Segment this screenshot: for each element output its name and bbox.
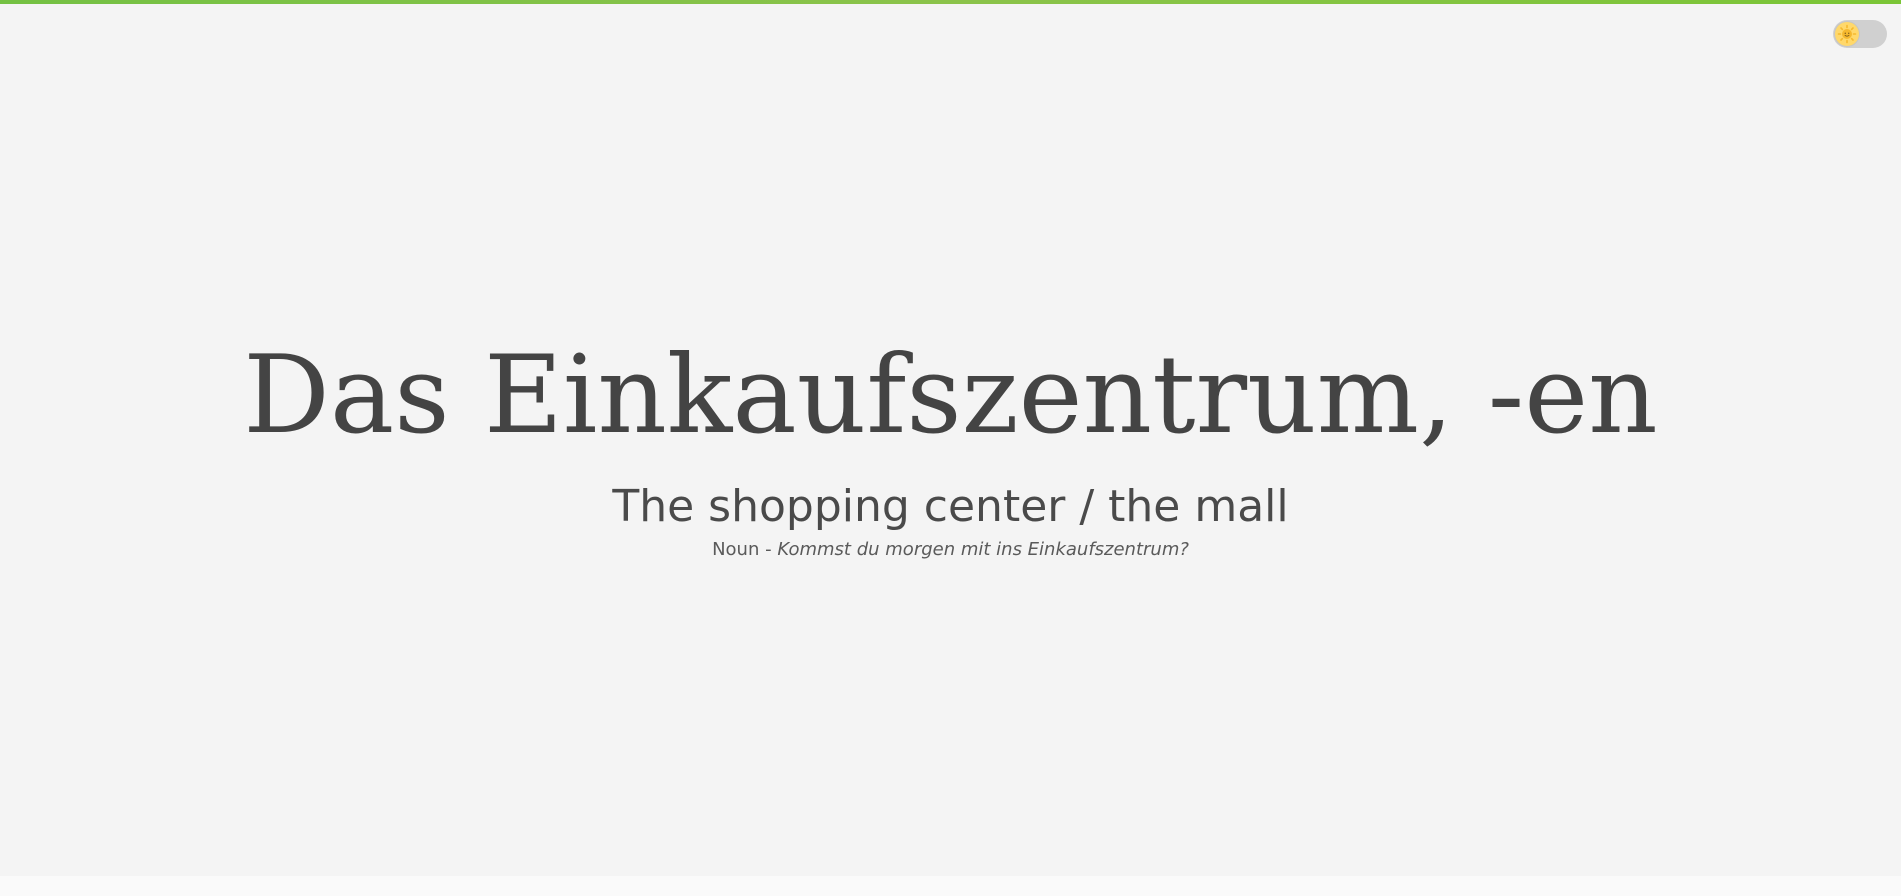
flashcard: Das Einkaufszentrum, -en The shopping ce… xyxy=(0,330,1901,562)
toggle-knob[interactable] xyxy=(1835,22,1859,46)
separator: - xyxy=(759,539,778,560)
vocabulary-word: Das Einkaufszentrum, -en xyxy=(243,333,1658,458)
part-of-speech: Noun xyxy=(712,539,760,560)
translation: The shopping center / the mall xyxy=(612,481,1289,532)
sun-icon xyxy=(1837,24,1857,44)
main-panel: Das Einkaufszentrum, -en The shopping ce… xyxy=(0,4,1901,876)
theme-toggle[interactable] xyxy=(1833,20,1887,48)
word-details: Noun - Kommst du morgen mit ins Einkaufs… xyxy=(0,538,1901,562)
example-sentence: Kommst du morgen mit ins Einkaufszentrum… xyxy=(777,539,1189,560)
